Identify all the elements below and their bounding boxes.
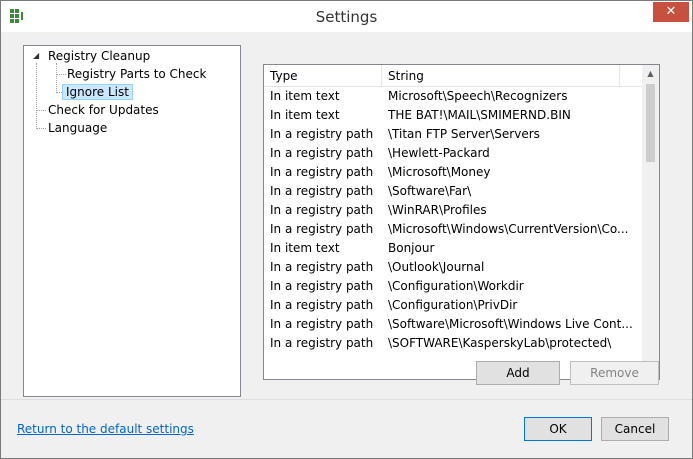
cell-string: \Configuration\Workdir [388,279,524,293]
ignore-list-view[interactable]: Type String In item text Microsoft\Speech… [263,64,660,380]
cell-string: Bonjour [388,241,435,255]
remove-button[interactable]: Remove [570,361,659,385]
cell-type: In a registry path [270,146,374,160]
list-rows: In item text Microsoft\Speech\Recognizers… [264,87,642,353]
collapse-triangle-icon[interactable]: ◢ [33,51,39,60]
cell-string: \Microsoft\Money [388,165,491,179]
tree-item-ignore-list[interactable]: Ignore List [62,83,133,101]
tree-item-label: Check for Updates [48,103,159,117]
cell-type: In item text [270,108,340,122]
table-row[interactable]: In a registry path \Microsoft\Money [264,163,642,182]
window-title: Settings [315,8,378,26]
tree-line [56,74,66,75]
cell-type: In a registry path [270,127,374,141]
settings-window: Settings ✕ ◢ Registry Cleanup Registry P… [0,0,693,459]
table-row[interactable]: In item text Bonjour [264,239,642,258]
tree-item-label: Registry Cleanup [48,49,151,63]
tree-line [56,63,57,93]
cell-type: In a registry path [270,203,374,217]
cell-type: In a registry path [270,260,374,274]
table-row[interactable]: In a registry path \SOFTWARE\KasperskyLab… [264,334,642,353]
table-row[interactable]: In item text Microsoft\Speech\Recognizers [264,87,642,106]
cell-string: \WinRAR\Profiles [388,203,487,217]
cell-string: \Configuration\PrivDir [388,298,518,312]
title-bar[interactable]: Settings ✕ [1,1,692,32]
cell-type: In a registry path [270,298,374,312]
cell-string: \Hewlett-Packard [388,146,490,160]
table-row[interactable]: In a registry path \Configuration\Workdir [264,277,642,296]
table-row[interactable]: In a registry path \Outlook\Journal [264,258,642,277]
cell-string: \Software\Microsoft\Windows Live Cont... [388,317,633,331]
cell-type: In a registry path [270,279,374,293]
table-row[interactable]: In a registry path \Titan FTP Server\Serv… [264,125,642,144]
table-row[interactable]: In a registry path \Hewlett-Packard [264,144,642,163]
vertical-scrollbar[interactable]: ▲ ▼ [642,65,659,379]
tree-item-label: Language [48,121,108,135]
cell-type: In item text [270,241,340,255]
table-row[interactable]: In a registry path \Configuration\PrivDir [264,296,642,315]
client-area: ◢ Registry Cleanup Registry Parts to Che… [9,32,685,398]
tree-item-check-updates[interactable]: Check for Updates [48,101,159,119]
cancel-button[interactable]: Cancel [601,417,669,441]
settings-tree[interactable]: ◢ Registry Cleanup Registry Parts to Che… [23,45,241,397]
cell-string: \Outlook\Journal [388,260,485,274]
tree-line [36,128,46,129]
footer-bar: Return to the default settings OK Cancel [1,399,692,458]
cell-type: In a registry path [270,165,374,179]
table-row[interactable]: In a registry path \WinRAR\Profiles [264,201,642,220]
cell-type: In a registry path [270,336,374,350]
tree-line [36,110,46,111]
cell-type: In a registry path [270,317,374,331]
tree-item-label: Registry Parts to Check [67,67,207,81]
tree-item-language[interactable]: Language [48,119,107,137]
table-row[interactable]: In a registry path \Software\Microsoft\Wi… [264,315,642,334]
column-header-type[interactable]: Type [264,65,382,87]
table-row[interactable]: In a registry path \Microsoft\Windows\Cur… [264,220,642,239]
add-button[interactable]: Add [476,361,560,385]
cell-string: \SOFTWARE\KasperskyLab\protected\ [388,336,612,350]
tree-line [36,63,37,129]
cell-type: In a registry path [270,184,374,198]
cell-string: \Microsoft\Windows\CurrentVersion\Co... [388,222,629,236]
tree-item-registry-cleanup[interactable]: Registry Cleanup [48,47,150,65]
cell-string: \Titan FTP Server\Servers [388,127,540,141]
close-button[interactable]: ✕ [653,2,689,22]
table-row[interactable]: In item text THE BAT!\MAIL\SMIMERND.BIN [264,106,642,125]
tree-item-label: Ignore List [62,84,133,100]
cell-type: In a registry path [270,222,374,236]
cell-string: THE BAT!\MAIL\SMIMERND.BIN [388,108,571,122]
list-header: Type String [264,65,642,87]
column-header-string[interactable]: String [382,65,620,87]
reset-defaults-link[interactable]: Return to the default settings [17,422,194,436]
scroll-up-arrow-icon[interactable]: ▲ [642,65,659,82]
table-row[interactable]: In a registry path \Software\Far\ [264,182,642,201]
scroll-thumb[interactable] [646,84,655,162]
cell-type: In item text [270,89,340,103]
cell-string: Microsoft\Speech\Recognizers [388,89,568,103]
tree-item-registry-parts[interactable]: Registry Parts to Check [67,65,206,83]
cell-string: \Software\Far\ [388,184,472,198]
ok-button[interactable]: OK [524,417,592,441]
